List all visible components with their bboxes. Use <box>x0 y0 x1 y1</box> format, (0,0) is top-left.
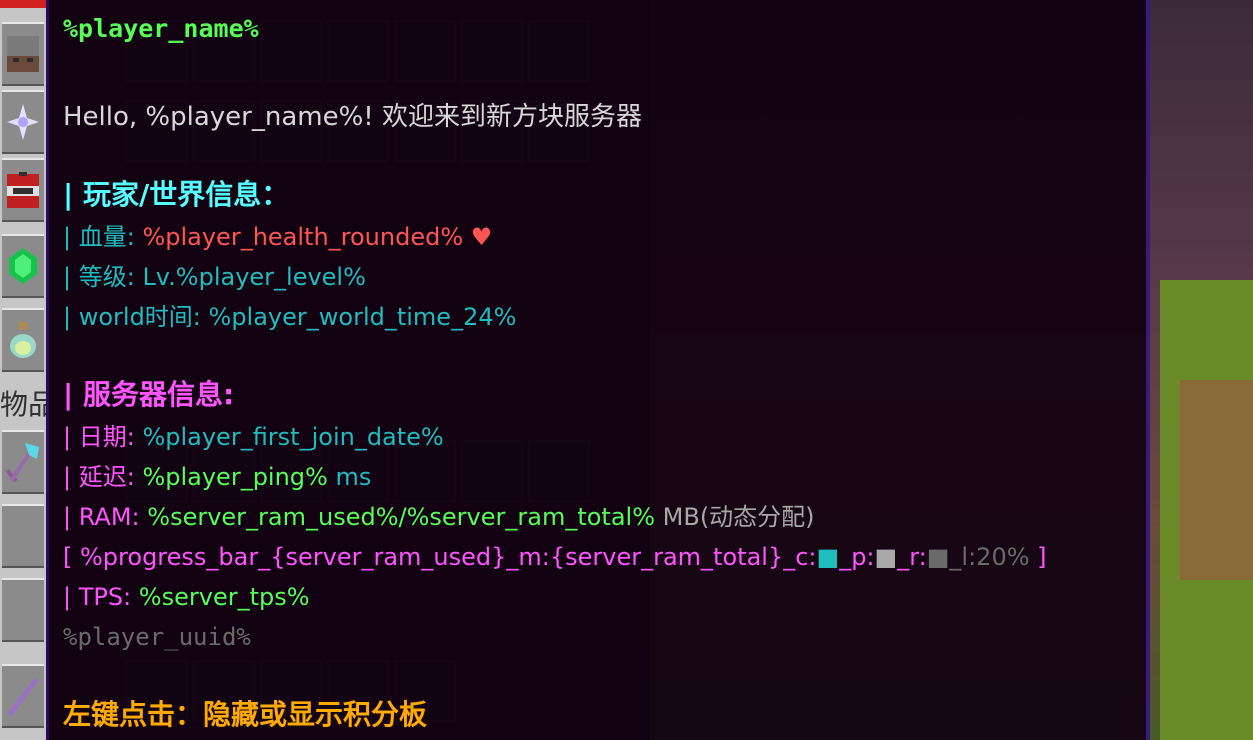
hotbar-slot-7[interactable] <box>2 504 44 568</box>
health-label: | 血量: <box>63 223 143 251</box>
ping-label: | 延迟: <box>63 463 143 491</box>
progress-partial-glyph: ■ <box>874 543 898 571</box>
uuid-line: %player_uuid% <box>63 623 251 651</box>
ram-line: | RAM: %server_ram_used%/%server_ram_tot… <box>63 502 815 532</box>
tnt-icon <box>7 172 39 208</box>
footer-hint: 左键点击：隐藏或显示积分板 <box>63 698 428 731</box>
nether-star-icon <box>7 104 39 140</box>
health-line: | 血量: %player_health_rounded% ♥ <box>63 222 492 252</box>
progress-completed-glyph: ■ <box>816 543 840 571</box>
greeting-line: Hello, %player_name%! 欢迎来到新方块服务器 <box>63 102 642 132</box>
ram-unit: MB(动态分配) <box>655 503 815 531</box>
hotbar-item-label: 物品 <box>0 382 46 428</box>
ping-line: | 延迟: %player_ping% ms <box>63 462 371 492</box>
world-time-label: | world时间: <box>63 303 209 331</box>
progress-r-key: _r: <box>897 543 927 571</box>
hotbar-red-marker <box>0 0 46 8</box>
date-label: | 日期: <box>63 423 143 451</box>
tps-line: | TPS: %server_tps% <box>63 582 310 612</box>
hotbar-slot-9[interactable] <box>2 664 44 728</box>
hotbar-slot-8[interactable] <box>2 578 44 642</box>
hotbar-slot-3[interactable] <box>2 158 44 222</box>
date-value: %player_first_join_date% <box>142 423 444 451</box>
progress-placeholder: %progress_bar_{server_ram_used}_m:{serve… <box>80 543 817 571</box>
hotbar-slot-2[interactable] <box>2 90 44 154</box>
ram-value: %server_ram_used%/%server_ram_total% <box>147 503 656 531</box>
section-server-info: | 服务器信息: <box>63 378 235 411</box>
hotbar-slot-1[interactable] <box>2 22 44 86</box>
emerald-icon <box>9 248 37 284</box>
section-player-world: | 玩家/世界信息： <box>63 178 290 211</box>
progress-remaining-glyph: ■ <box>926 543 950 571</box>
date-line: | 日期: %player_first_join_date% <box>63 422 444 452</box>
experience-bottle-icon <box>10 322 36 358</box>
progress-open: [ <box>63 543 80 571</box>
progress-p-key: _p: <box>839 543 875 571</box>
level-value: Lv.%player_level% <box>142 263 366 291</box>
world-time-line: | world时间: %player_world_time_24% <box>63 302 516 332</box>
hotbar-column: 物品 <box>0 0 46 740</box>
amethyst-rod-icon <box>7 677 39 717</box>
world-time-value: %player_world_time_24% <box>208 303 517 331</box>
dirt-block-background <box>1180 380 1253 580</box>
heart-icon: ♥ <box>470 223 493 251</box>
furnace-block-icon <box>7 36 39 72</box>
ping-unit: ms <box>327 463 372 491</box>
hotbar-slot-6[interactable] <box>2 430 44 494</box>
hotbar-slot-4[interactable] <box>2 234 44 298</box>
progress-tail: _l:20% <box>949 543 1030 571</box>
level-label: | 等级: <box>63 263 143 291</box>
ping-value: %player_ping% <box>142 463 328 491</box>
level-line: | 等级: Lv.%player_level% <box>63 262 366 292</box>
tps-label: | TPS: <box>63 583 139 611</box>
health-value: %player_health_rounded% <box>142 223 464 251</box>
diamond-axe-icon <box>5 443 39 483</box>
progress-close: ] <box>1029 543 1047 571</box>
item-tooltip: %player_name% Hello, %player_name%! 欢迎来到… <box>46 0 1150 740</box>
hotbar-slot-5[interactable] <box>2 308 44 372</box>
ram-label: | RAM: <box>63 503 148 531</box>
tps-value: %server_tps% <box>138 583 310 611</box>
ram-progress-line: [ %progress_bar_{server_ram_used}_m:{ser… <box>63 542 1047 572</box>
tooltip-title: %player_name% <box>63 14 259 43</box>
